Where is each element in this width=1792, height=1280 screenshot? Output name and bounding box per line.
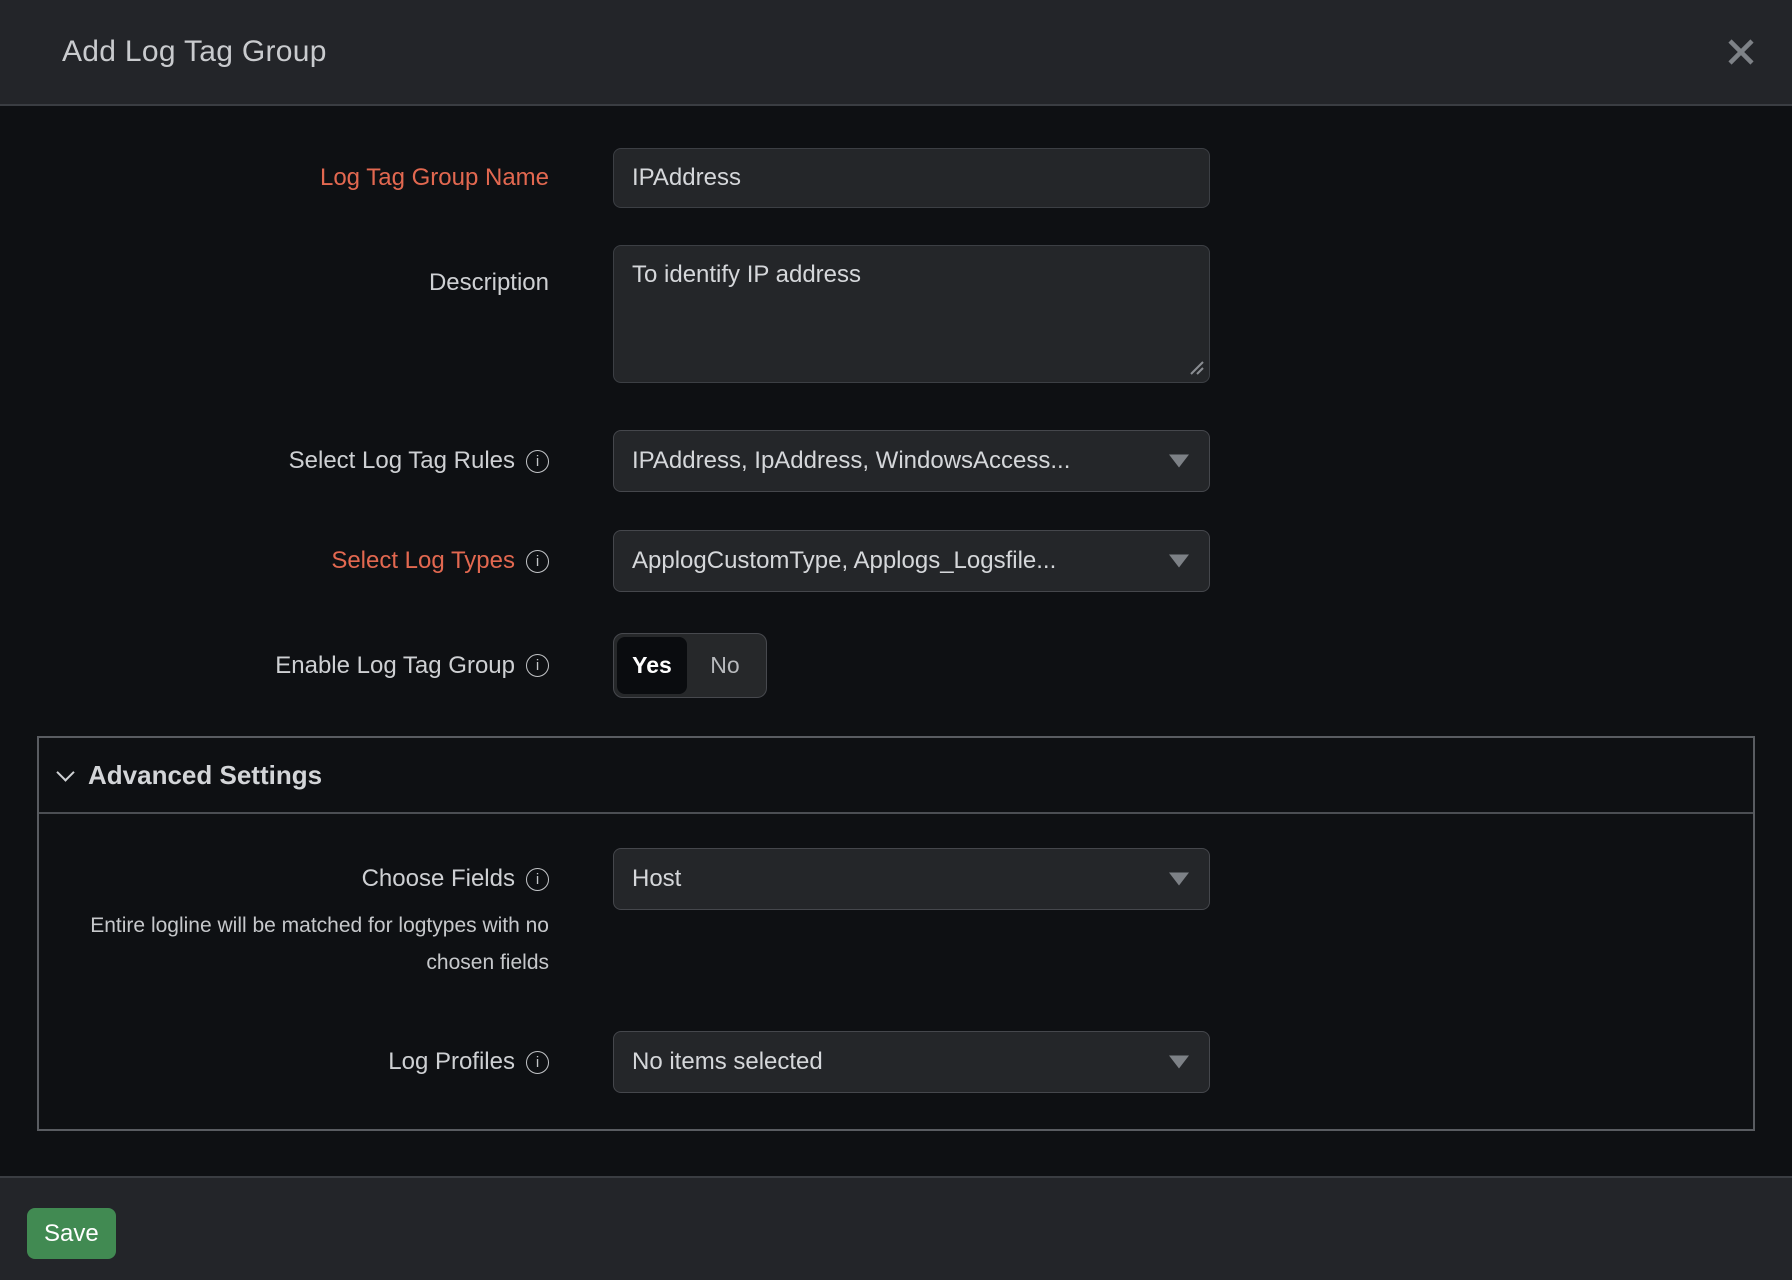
enable-toggle: Yes No [613,633,767,698]
add-log-tag-group-modal: Add Log Tag Group Log Tag Group Name Des… [0,0,1792,1280]
choose-fields-helper-line1: Entire logline will be matched for logty… [90,914,549,937]
dropdown-caret-icon [1169,555,1189,568]
info-icon[interactable]: i [526,1051,549,1074]
log-profiles-row: Log Profiles i No items selected [39,1031,1753,1093]
advanced-settings-header[interactable]: Advanced Settings [39,738,1753,814]
log-profiles-value: No items selected [632,1048,823,1076]
log-types-label: Select Log Types i [37,547,549,575]
save-button[interactable]: Save [27,1208,116,1259]
modal-header: Add Log Tag Group [0,0,1792,106]
choose-fields-label-text: Choose Fields [362,865,515,893]
log-tag-group-name-label: Log Tag Group Name [37,164,549,192]
log-profiles-label: Log Profiles i [39,1048,549,1076]
log-types-dropdown[interactable]: ApplogCustomType, Applogs_Logsfile... [613,530,1210,592]
info-icon[interactable]: i [526,868,549,891]
enable-log-tag-group-control: Yes No [613,633,1210,698]
close-icon [1726,37,1756,67]
enable-log-tag-group-label-text: Enable Log Tag Group [275,652,515,680]
advanced-settings-body: Choose Fields i Entire logline will be m… [39,848,1753,1129]
log-tag-group-name-row: Log Tag Group Name [37,148,1755,208]
log-tag-rules-dropdown[interactable]: IPAddress, IpAddress, WindowsAccess... [613,430,1210,492]
modal-footer: Save [0,1176,1792,1280]
info-icon[interactable]: i [526,550,549,573]
choose-fields-label: Choose Fields i [362,865,549,893]
enable-log-tag-group-label: Enable Log Tag Group i [37,652,549,680]
log-types-control: ApplogCustomType, Applogs_Logsfile... [613,530,1210,592]
choose-fields-dropdown[interactable]: Host [613,848,1210,910]
log-tag-group-name-control [613,148,1210,208]
log-tag-rules-label: Select Log Tag Rules i [37,447,549,475]
description-textarea[interactable]: To identify IP address [613,245,1210,383]
modal-body: Log Tag Group Name Description To identi… [0,106,1792,1176]
modal-title: Add Log Tag Group [62,35,1720,69]
choose-fields-helper: Entire logline will be matched for logty… [90,907,549,981]
log-profiles-label-text: Log Profiles [388,1048,515,1076]
advanced-settings-panel: Advanced Settings Choose Fields i Entire… [37,736,1755,1131]
choose-fields-control: Host [613,848,1210,910]
dropdown-caret-icon [1169,455,1189,468]
description-label: Description [37,245,549,297]
log-tag-rules-control: IPAddress, IpAddress, WindowsAccess... [613,430,1210,492]
description-control: To identify IP address [613,245,1210,383]
choose-fields-helper-line2: chosen fields [426,951,549,974]
log-profiles-dropdown[interactable]: No items selected [613,1031,1210,1093]
log-tag-group-name-label-text: Log Tag Group Name [320,164,549,192]
log-profiles-control: No items selected [613,1031,1210,1093]
toggle-option-no[interactable]: No [687,637,763,694]
choose-fields-value: Host [632,865,681,893]
choose-fields-label-stack: Choose Fields i Entire logline will be m… [39,848,549,981]
description-label-text: Description [429,269,549,297]
log-tag-rules-value: IPAddress, IpAddress, WindowsAccess... [632,447,1070,475]
chevron-down-icon [56,763,74,781]
description-row: Description To identify IP address [37,245,1755,383]
advanced-settings-title: Advanced Settings [88,760,322,791]
log-types-label-text: Select Log Types [331,547,515,575]
log-tag-rules-label-text: Select Log Tag Rules [289,447,515,475]
choose-fields-row: Choose Fields i Entire logline will be m… [39,848,1753,981]
info-icon[interactable]: i [526,450,549,473]
close-button[interactable] [1720,31,1762,73]
enable-log-tag-group-row: Enable Log Tag Group i Yes No [37,633,1755,698]
dropdown-caret-icon [1169,1056,1189,1069]
dropdown-caret-icon [1169,873,1189,886]
info-icon[interactable]: i [526,654,549,677]
log-types-value: ApplogCustomType, Applogs_Logsfile... [632,547,1056,575]
log-tag-rules-row: Select Log Tag Rules i IPAddress, IpAddr… [37,430,1755,492]
log-types-row: Select Log Types i ApplogCustomType, App… [37,530,1755,592]
toggle-option-yes[interactable]: Yes [617,637,687,694]
log-tag-group-name-input[interactable] [613,148,1210,208]
resize-grip-icon[interactable] [1187,358,1205,376]
